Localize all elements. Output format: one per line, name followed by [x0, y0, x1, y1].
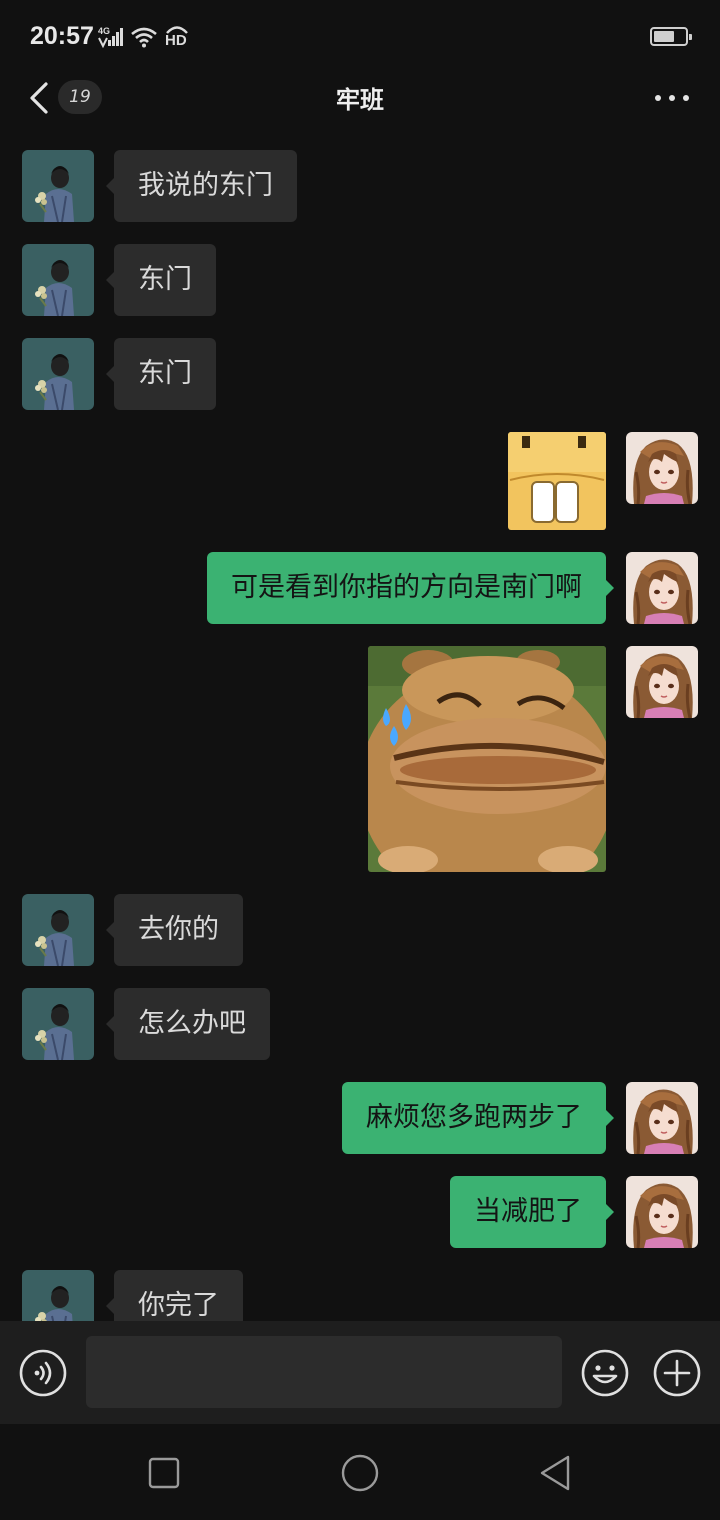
status-icons: 4G HD [98, 24, 190, 50]
contact-avatar[interactable] [22, 150, 94, 222]
incoming-message-bubble[interactable]: 你完了 [106, 1270, 243, 1321]
nav-recents-button[interactable] [148, 1457, 180, 1489]
incoming-message-bubble[interactable]: 东门 [106, 338, 216, 410]
message-input[interactable] [86, 1336, 562, 1408]
outgoing-message-bubble[interactable]: 麻烦您多跑两步了 [342, 1082, 614, 1154]
nav-home-button[interactable] [340, 1453, 380, 1493]
my-avatar[interactable] [626, 646, 698, 718]
message-row: 你完了 [0, 1270, 720, 1321]
message-row: 东门 [0, 338, 720, 410]
crying-bear-sticker[interactable] [368, 646, 606, 872]
back-arrow-icon [30, 82, 48, 114]
system-nav-bar [0, 1424, 720, 1520]
message-row [0, 646, 720, 872]
incoming-message-bubble[interactable]: 去你的 [106, 894, 243, 966]
incoming-message-bubble[interactable]: 怎么办吧 [106, 988, 270, 1060]
chat-title: 牢班 [336, 86, 384, 114]
message-row: 当减肥了 [0, 1176, 720, 1248]
voice-button[interactable] [18, 1348, 68, 1398]
buck-teeth-sticker[interactable] [508, 432, 606, 530]
incoming-message-bubble[interactable]: 我说的东门 [106, 150, 297, 222]
wifi-icon [131, 27, 157, 48]
status-bar: 20:57 4G HD [0, 0, 720, 70]
contact-avatar[interactable] [22, 1270, 94, 1321]
message-row: 麻烦您多跑两步了 [0, 1082, 720, 1154]
nav-home-icon [341, 1454, 379, 1492]
unread-count-badge[interactable]: 19 [58, 80, 102, 114]
message-row: 东门 [0, 244, 720, 316]
incoming-message-bubble[interactable]: 东门 [106, 244, 216, 316]
contact-avatar[interactable] [22, 338, 94, 410]
nav-recents-icon [148, 1457, 180, 1489]
more-dots-icon [655, 95, 689, 101]
my-avatar[interactable] [626, 1176, 698, 1248]
hd-label: HD [165, 32, 187, 49]
network-type-label: 4G [98, 26, 110, 36]
status-time: 20:57 [30, 22, 94, 50]
my-avatar[interactable] [626, 432, 698, 504]
outgoing-message-bubble[interactable]: 可是看到你指的方向是南门啊 [207, 552, 614, 624]
more-button[interactable] [652, 84, 692, 112]
my-avatar[interactable] [626, 552, 698, 624]
chat-header: 19 牢班 [0, 70, 720, 126]
signal-icon: 4G [98, 26, 123, 48]
battery-icon [650, 27, 692, 46]
hd-badge: HD [164, 24, 190, 50]
my-avatar[interactable] [626, 1082, 698, 1154]
message-row: 可是看到你指的方向是南门啊 [0, 552, 720, 624]
message-row: 怎么办吧 [0, 988, 720, 1060]
nav-back-button[interactable] [536, 1453, 576, 1493]
emoji-button[interactable] [580, 1348, 630, 1398]
nav-back-icon [540, 1455, 570, 1491]
voice-icon [19, 1349, 67, 1397]
contact-avatar[interactable] [22, 244, 94, 316]
plus-icon [653, 1349, 701, 1397]
emoji-icon [581, 1349, 629, 1397]
more-functions-button[interactable] [652, 1348, 702, 1398]
message-row: 我说的东门 [0, 150, 720, 222]
contact-avatar[interactable] [22, 988, 94, 1060]
contact-avatar[interactable] [22, 894, 94, 966]
back-button[interactable] [22, 76, 58, 120]
message-row [0, 432, 720, 530]
message-row: 去你的 [0, 894, 720, 966]
outgoing-message-bubble[interactable]: 当减肥了 [450, 1176, 614, 1248]
message-input-bar [0, 1321, 720, 1424]
